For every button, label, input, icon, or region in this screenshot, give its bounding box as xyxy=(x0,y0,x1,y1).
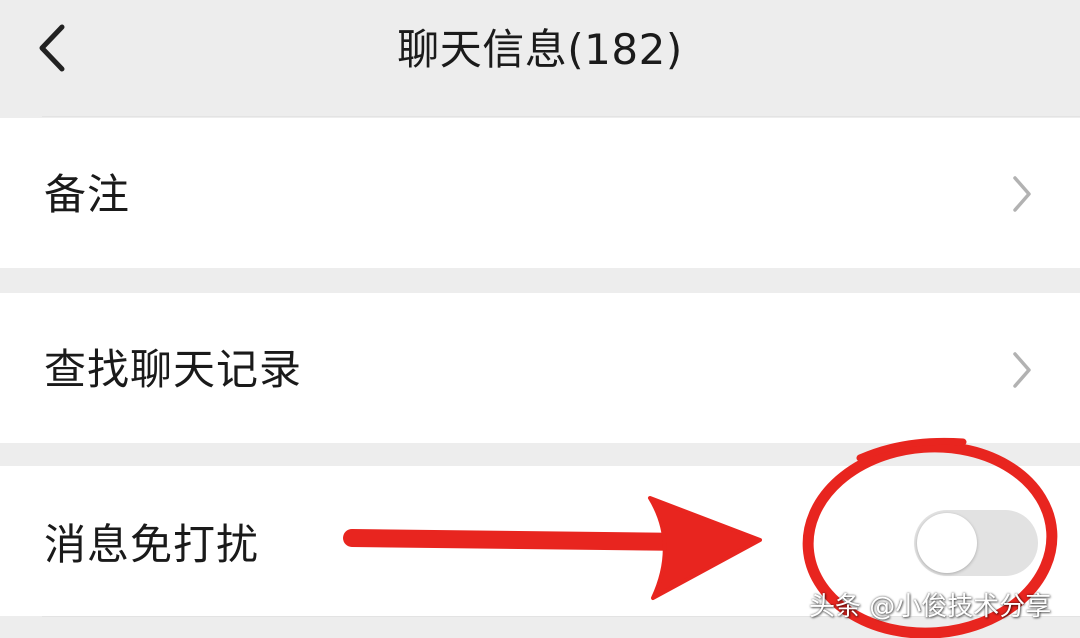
remark-label: 备注 xyxy=(44,170,131,219)
chevron-right-icon xyxy=(1007,172,1037,216)
watermark: 头条 @小俊技术分享 xyxy=(809,592,1052,622)
search-chat-history-label: 查找聊天记录 xyxy=(44,345,303,394)
remark-cell[interactable] xyxy=(0,118,1080,268)
navigation-bar: 聊天信息(182) xyxy=(0,0,1080,111)
chevron-right-icon xyxy=(1007,348,1037,392)
page-title: 聊天信息(182) xyxy=(397,25,683,74)
toggle-knob xyxy=(917,513,977,573)
mute-notifications-label: 消息免打扰 xyxy=(44,520,260,569)
divider xyxy=(42,116,1080,117)
mute-notifications-toggle[interactable] xyxy=(914,510,1038,576)
chat-info-screen: 聊天信息(182) 备注 查找聊天记录 消息免打扰 头条 @小俊技术分享 xyxy=(0,0,1080,638)
